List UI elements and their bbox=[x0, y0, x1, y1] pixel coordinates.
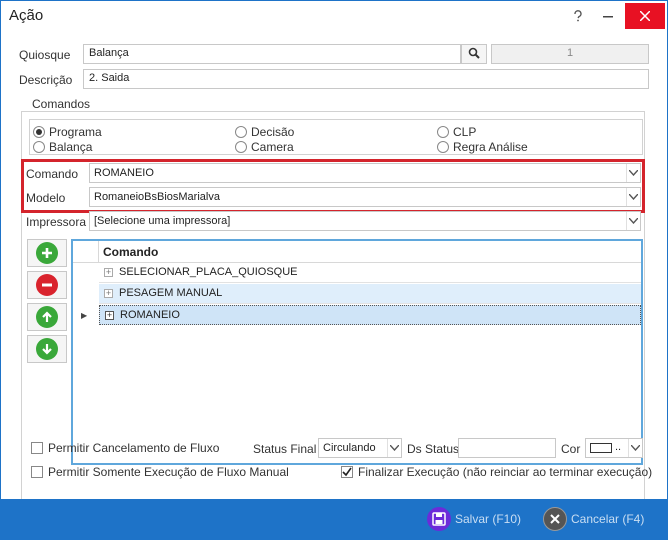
radio-clp[interactable]: CLP bbox=[437, 125, 476, 139]
chevron-down-icon bbox=[387, 439, 401, 457]
permitir-somente-checkbox[interactable]: Permitir Somente Execução de Fluxo Manua… bbox=[31, 465, 289, 479]
remove-button[interactable] bbox=[27, 271, 67, 299]
chevron-down-icon bbox=[628, 439, 642, 457]
command-type-box bbox=[29, 119, 643, 155]
save-button[interactable]: Salvar (F10) bbox=[427, 504, 521, 534]
footer-bar: Salvar (F10) Cancelar (F4) bbox=[1, 499, 667, 539]
move-up-button[interactable] bbox=[27, 303, 67, 331]
dialog-body: Quiosque Balança 1 Descrição 2. Saida Co… bbox=[1, 33, 667, 527]
quiosque-label: Quiosque bbox=[19, 48, 71, 62]
radio-camera[interactable]: Camera bbox=[235, 140, 294, 154]
expand-icon[interactable]: + bbox=[105, 311, 114, 320]
plus-icon bbox=[36, 242, 58, 264]
cancel-icon bbox=[543, 507, 567, 531]
radio-programa[interactable]: Programa bbox=[33, 125, 102, 139]
radio-decisao[interactable]: Decisão bbox=[235, 125, 294, 139]
finalizar-execucao-checkbox[interactable]: Finalizar Execução (não reinciar ao term… bbox=[341, 465, 652, 479]
commands-grid[interactable]: Comando + SELECIONAR_PLACA_QUIOSQUE + PE… bbox=[71, 239, 643, 465]
current-row-indicator-icon: ▶ bbox=[81, 311, 88, 320]
save-icon bbox=[427, 507, 451, 531]
action-dialog: Ação Quiosque Balança 1 Descrição 2. Sai… bbox=[0, 0, 668, 540]
title-bar: Ação bbox=[1, 1, 667, 33]
arrow-down-icon bbox=[36, 338, 58, 360]
move-down-button[interactable] bbox=[27, 335, 67, 363]
table-row[interactable]: + SELECIONAR_PLACA_QUIOSQUE bbox=[99, 263, 641, 283]
color-picker[interactable]: .. bbox=[585, 438, 643, 458]
status-final-label: Status Final bbox=[253, 442, 317, 456]
descricao-label: Descrição bbox=[19, 73, 73, 87]
table-row[interactable]: + ROMANEIO bbox=[99, 305, 641, 325]
expand-icon[interactable]: + bbox=[104, 268, 113, 277]
impressora-label: Impressora bbox=[26, 215, 87, 229]
window-title: Ação bbox=[9, 7, 44, 24]
quiosque-field[interactable]: Balança bbox=[83, 44, 461, 64]
comandos-group-label: Comandos bbox=[29, 97, 94, 111]
help-icon[interactable] bbox=[563, 1, 593, 31]
expand-icon[interactable]: + bbox=[104, 289, 113, 298]
add-button[interactable] bbox=[27, 239, 67, 267]
cancel-button[interactable]: Cancelar (F4) bbox=[543, 504, 644, 534]
search-button[interactable] bbox=[461, 44, 487, 64]
close-icon[interactable] bbox=[625, 3, 665, 29]
color-swatch bbox=[590, 443, 612, 453]
permitir-cancelamento-checkbox[interactable]: Permitir Cancelamento de Fluxo bbox=[31, 441, 219, 455]
radio-balanca[interactable]: Balança bbox=[33, 140, 92, 154]
ds-status-field[interactable] bbox=[458, 438, 556, 458]
chevron-down-icon bbox=[626, 212, 640, 230]
search-icon bbox=[468, 47, 480, 62]
quiosque-code-field: 1 bbox=[491, 44, 649, 64]
ds-status-label: Ds Status bbox=[407, 442, 460, 456]
grid-header-comando[interactable]: Comando bbox=[103, 245, 158, 259]
check-icon bbox=[341, 466, 353, 478]
grid-header: Comando bbox=[73, 241, 641, 263]
impressora-select[interactable]: [Selecione uma impressora] bbox=[89, 211, 641, 231]
table-row[interactable]: + PESAGEM MANUAL bbox=[99, 284, 641, 304]
descricao-field[interactable]: 2. Saida bbox=[83, 69, 649, 89]
status-final-select[interactable]: Circulando bbox=[318, 438, 402, 458]
minus-icon bbox=[36, 274, 58, 296]
radio-regra-analise[interactable]: Regra Análise bbox=[437, 140, 528, 154]
arrow-up-icon bbox=[36, 306, 58, 328]
highlight-box bbox=[21, 159, 645, 213]
cor-label: Cor bbox=[561, 442, 581, 456]
